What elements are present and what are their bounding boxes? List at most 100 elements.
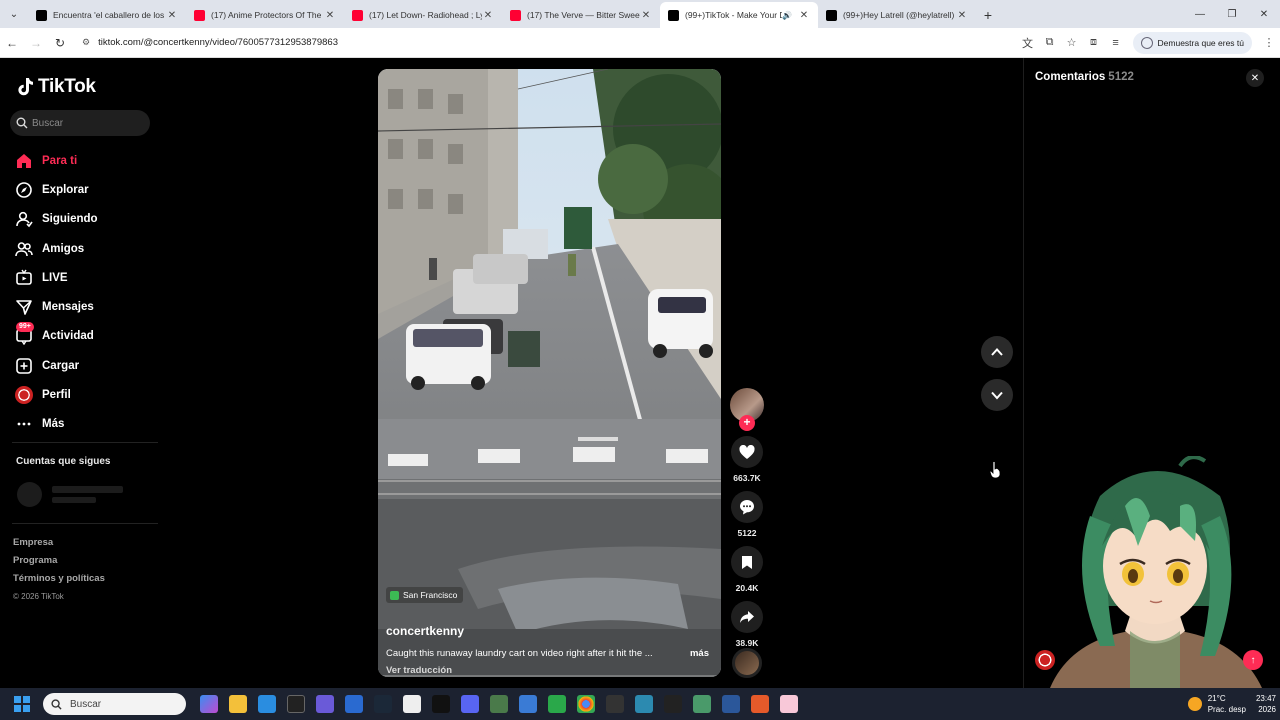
xbox-icon[interactable] bbox=[547, 695, 566, 713]
chrome-icon[interactable] bbox=[576, 695, 595, 713]
share-arrow-icon[interactable] bbox=[731, 601, 763, 633]
creator-avatar[interactable]: + bbox=[730, 388, 764, 431]
search-input[interactable]: Buscar bbox=[10, 110, 150, 136]
sidebar-item-actividad[interactable]: 99+ Actividad bbox=[14, 321, 154, 351]
close-tab-icon[interactable]: ✕ bbox=[956, 10, 968, 21]
minecraft-icon[interactable] bbox=[489, 695, 508, 713]
close-tab-icon[interactable]: ✕ bbox=[640, 10, 652, 21]
teams-icon[interactable] bbox=[315, 695, 334, 713]
comment-action[interactable]: 5122 bbox=[730, 491, 764, 538]
browser-tab-active[interactable]: (99+)TikTok - Make Your Da 🔊 ✕ bbox=[660, 2, 818, 28]
word-icon[interactable] bbox=[721, 695, 740, 713]
discord-icon[interactable] bbox=[460, 695, 479, 713]
taskbar-search[interactable]: Buscar bbox=[43, 693, 186, 715]
capcut-icon[interactable] bbox=[431, 695, 450, 713]
close-tab-icon[interactable]: ✕ bbox=[798, 10, 810, 21]
sidebar-item-mas[interactable]: Más bbox=[14, 410, 154, 439]
weather-widget[interactable]: 21°C Prac. desp bbox=[1187, 693, 1246, 715]
copilot-icon[interactable] bbox=[199, 695, 218, 713]
close-tab-icon[interactable]: ✕ bbox=[324, 10, 336, 21]
like-action[interactable]: 663.7K bbox=[730, 436, 764, 483]
browser-tab[interactable]: Encuentra 'el caballero de los 7 reinos'… bbox=[28, 2, 186, 28]
app-orange-icon[interactable] bbox=[750, 695, 769, 713]
footer-link-empresa[interactable]: Empresa bbox=[13, 534, 105, 552]
sidebar-footer: Empresa Programa Términos y políticas © … bbox=[13, 534, 105, 606]
epic-games-icon[interactable] bbox=[286, 695, 305, 713]
minimize-icon[interactable]: — bbox=[1184, 0, 1216, 28]
close-tab-icon[interactable]: ✕ bbox=[482, 10, 494, 21]
footer-link-programa[interactable]: Programa bbox=[13, 552, 105, 570]
heart-icon[interactable] bbox=[731, 436, 763, 468]
steam-icon[interactable] bbox=[373, 695, 392, 713]
translate-icon[interactable]: 文 bbox=[1017, 31, 1039, 55]
close-tab-icon[interactable]: ✕ bbox=[166, 10, 178, 21]
clock[interactable]: 23:47 2026 bbox=[1256, 693, 1276, 715]
browser-tab[interactable]: (17) Anime Protectors Of The E ✕ bbox=[186, 2, 344, 28]
sidebar-nav: Para ti Explorar Siguiendo Amigos LIVE M… bbox=[14, 146, 154, 439]
extensions-icon[interactable]: ⧈ bbox=[1083, 31, 1105, 55]
app-pink-icon[interactable] bbox=[779, 695, 798, 713]
tiktok-logo[interactable]: TikTok bbox=[16, 76, 96, 98]
edge-icon[interactable] bbox=[634, 695, 653, 713]
app-icon[interactable] bbox=[692, 695, 711, 713]
sidebar-item-explorar[interactable]: Explorar bbox=[14, 175, 154, 204]
video-player[interactable]: San Francisco concertkenny Caught this r… bbox=[378, 69, 721, 677]
music-disc-avatar[interactable] bbox=[732, 648, 762, 678]
cast-icon[interactable]: ⧉ bbox=[1039, 31, 1061, 55]
video-author[interactable]: concertkenny bbox=[386, 624, 464, 638]
store-icon[interactable] bbox=[257, 695, 276, 713]
caption-more-button[interactable]: más bbox=[690, 648, 709, 659]
file-explorer-icon[interactable] bbox=[228, 695, 247, 713]
restore-icon[interactable]: ❐ bbox=[1216, 0, 1248, 28]
close-window-icon[interactable]: ✕ bbox=[1248, 0, 1280, 28]
outlook-icon[interactable] bbox=[344, 695, 363, 713]
openai-icon[interactable] bbox=[605, 695, 624, 713]
browser-tab[interactable]: (17) The Verve — Bitter Sweet S ✕ bbox=[502, 2, 660, 28]
location-tag[interactable]: San Francisco bbox=[386, 587, 464, 603]
bookmark-icon[interactable] bbox=[731, 546, 763, 578]
friends-icon bbox=[14, 239, 34, 259]
profile-icon bbox=[1140, 36, 1153, 49]
sidebar-item-live[interactable]: LIVE bbox=[14, 263, 154, 292]
tab-search-chevron-icon[interactable]: ⌄ bbox=[0, 0, 28, 28]
windows-start-icon[interactable] bbox=[14, 696, 30, 712]
divider bbox=[12, 442, 158, 443]
sidebar-item-perfil[interactable]: Perfil bbox=[14, 380, 154, 409]
weather-sun-icon bbox=[1187, 697, 1202, 711]
sidebar-item-mensajes[interactable]: Mensajes bbox=[14, 292, 154, 321]
sidebar-item-para-ti[interactable]: Para ti bbox=[14, 146, 154, 175]
address-bar[interactable]: ⚙ tiktok.com/@concertkenny/video/7600577… bbox=[76, 30, 1009, 55]
footer-link-terminos[interactable]: Términos y políticas bbox=[13, 570, 105, 588]
bookmark-star-icon[interactable]: ☆ bbox=[1061, 31, 1083, 55]
tiktok-favicon-icon bbox=[826, 9, 837, 21]
forward-icon[interactable]: → bbox=[24, 31, 48, 55]
next-video-button[interactable] bbox=[981, 379, 1013, 411]
share-action[interactable]: 38.9K bbox=[730, 601, 764, 648]
save-action[interactable]: 20.4K bbox=[730, 546, 764, 593]
scroll-to-top-button[interactable]: ↑ bbox=[1243, 650, 1263, 670]
obs-icon[interactable] bbox=[663, 695, 682, 713]
back-icon[interactable]: ← bbox=[0, 31, 24, 55]
speaker-icon[interactable]: 🔊 bbox=[782, 11, 792, 20]
new-tab-button[interactable]: + bbox=[976, 2, 1000, 28]
site-info-icon[interactable]: ⚙ bbox=[82, 37, 90, 48]
previous-video-button[interactable] bbox=[981, 336, 1013, 368]
reload-icon[interactable]: ↻ bbox=[48, 31, 72, 55]
follow-plus-icon[interactable]: + bbox=[739, 415, 755, 431]
sidebar-item-amigos[interactable]: Amigos bbox=[14, 234, 154, 263]
comment-icon[interactable] bbox=[731, 491, 763, 523]
tiktok-note-icon bbox=[18, 78, 33, 96]
browser-tab[interactable]: (99+)Hey Latrell (@heylatrell) | ✕ bbox=[818, 2, 976, 28]
reading-list-icon[interactable]: ≡ bbox=[1105, 31, 1127, 55]
weather-temp: 21°C bbox=[1207, 694, 1226, 703]
sidebar-item-siguiendo[interactable]: Siguiendo bbox=[14, 205, 154, 234]
profile-chip[interactable]: Demuestra que eres tú bbox=[1132, 31, 1252, 54]
sidebar-item-cargar[interactable]: Cargar bbox=[14, 351, 154, 380]
video-progress-bar[interactable] bbox=[378, 675, 721, 677]
notepad-icon[interactable] bbox=[402, 695, 421, 713]
skeleton-line bbox=[52, 497, 96, 503]
browser-tab[interactable]: (17) Let Down- Radiohead ; Lyri ✕ bbox=[344, 2, 502, 28]
notes-icon[interactable] bbox=[518, 695, 537, 713]
close-comments-button[interactable]: ✕ bbox=[1246, 69, 1264, 87]
browser-menu-icon[interactable]: ⋮ bbox=[1258, 31, 1280, 55]
